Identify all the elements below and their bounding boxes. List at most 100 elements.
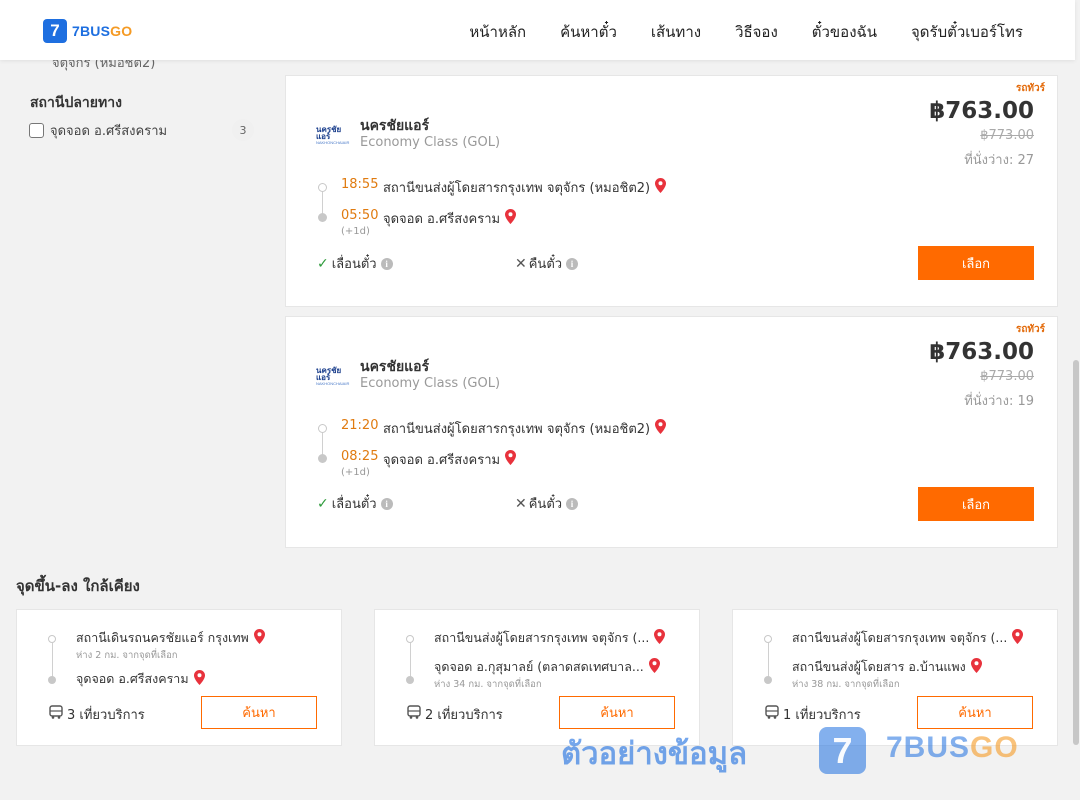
nearby-search-button[interactable]: ค้นหา (201, 696, 317, 729)
info-icon[interactable]: i (566, 497, 579, 510)
nearby-from-distance: ห่าง 2 กม. จากจุดที่เลือก (76, 650, 178, 661)
location-pin-icon[interactable] (505, 450, 517, 469)
original-price: ฿773.00 (980, 369, 1034, 384)
timeline-line (410, 643, 411, 677)
timeline-start-dot (318, 183, 327, 192)
operator-name: นครชัยแอร์ (360, 359, 430, 375)
nearby-from-station: สถานีเดินรถนครชัยแอร์ กรุงเทพ (76, 628, 265, 648)
nearby-trip-count: 1 เที่ยวบริการ (765, 704, 861, 725)
arrival-time: 08:25 (341, 449, 379, 464)
arrival-station: จุดจอด อ.ศรีสงคราม (383, 449, 517, 470)
trip-card: รถทัวร์ นครชัยแอร์ NAKHONCHAIAIR นครชัยแ… (285, 316, 1058, 548)
arrival-time: 05:50 (341, 208, 379, 223)
nearby-route-card: สถานีเดินรถนครชัยแอร์ กรุงเทพ ห่าง 2 กม.… (16, 609, 342, 746)
location-pin-icon[interactable] (648, 658, 660, 676)
main-nav: หน้าหลัก ค้นหาตั๋ว เส้นทาง วิธีจอง ตั๋วข… (469, 20, 1023, 44)
nav-how-to-book[interactable]: วิธีจอง (735, 20, 778, 44)
next-day-indicator: (+1d) (341, 226, 370, 237)
location-pin-icon[interactable] (1012, 629, 1024, 647)
site-logo[interactable]: 7 7BUSGO (43, 19, 132, 43)
filter-label: จุดจอด อ.ศรีสงคราม (50, 123, 168, 139)
timeline-end-dot (764, 676, 772, 684)
bus-icon (765, 705, 779, 724)
nav-ticket-pickup[interactable]: จุดรับตั๋วเบอร์โทร (911, 20, 1023, 44)
filter-count-badge: 3 (232, 119, 254, 141)
sample-data-watermark: ตัวอย่างข้อมูล (561, 736, 748, 772)
timeline-end-dot (318, 213, 327, 222)
reschedule-policy: ✓ เลื่อนตั๋ว i (317, 493, 393, 514)
x-icon: ✕ (515, 495, 527, 512)
trip-card: รถทัวร์ นครชัยแอร์ NAKHONCHAIAIR นครชัยแ… (285, 75, 1058, 307)
next-day-indicator: (+1d) (341, 467, 370, 478)
location-pin-icon[interactable] (253, 629, 265, 647)
info-icon[interactable]: i (380, 497, 393, 510)
timeline-line (768, 643, 769, 677)
nav-search-ticket[interactable]: ค้นหาตั๋ว (560, 20, 617, 44)
bus-class: Economy Class (GOL) (360, 135, 501, 150)
top-header: 7 7BUSGO หน้าหลัก ค้นหาตั๋ว เส้นทาง วิธี… (0, 0, 1075, 60)
select-trip-button[interactable]: เลือก (918, 246, 1034, 280)
timeline-start-dot (406, 635, 414, 643)
refund-policy: ✕ คืนตั๋ว i (515, 493, 579, 514)
departure-time: 18:55 (341, 177, 379, 192)
watermark-brand: 7BUSGO (886, 731, 1019, 764)
operator-logo: นครชัยแอร์ NAKHONCHAIAIR (316, 125, 350, 146)
available-seats: ที่นั่งว่าง: 27 (964, 153, 1034, 168)
check-icon: ✓ (317, 495, 329, 512)
bus-icon (49, 705, 63, 724)
location-pin-icon[interactable] (970, 658, 982, 676)
departure-time: 21:20 (341, 418, 379, 433)
nearby-route-card: สถานีขนส่งผู้โดยสารกรุงเทพ จตุจักร (... … (732, 609, 1058, 746)
nav-routes[interactable]: เส้นทาง (651, 20, 701, 44)
nearby-trip-count: 2 เที่ยวบริการ (407, 704, 503, 725)
filter-checkbox[interactable] (29, 122, 44, 138)
nearby-from-station: สถานีขนส่งผู้โดยสารกรุงเทพ จตุจักร (... (792, 628, 1024, 648)
operator-logo: นครชัยแอร์ NAKHONCHAIAIR (316, 366, 350, 387)
nearby-search-button[interactable]: ค้นหา (559, 696, 675, 729)
destination-filter-row[interactable]: จุดจอด อ.ศรีสงคราม 3 (29, 119, 254, 141)
select-trip-button[interactable]: เลือก (918, 487, 1034, 521)
location-pin-icon[interactable] (654, 629, 666, 647)
timeline-line (52, 643, 53, 677)
location-pin-icon[interactable] (505, 209, 517, 228)
check-icon: ✓ (317, 255, 329, 272)
operator-name: นครชัยแอร์ (360, 118, 430, 134)
nav-home[interactable]: หน้าหลัก (469, 20, 526, 44)
arrival-station: จุดจอด อ.ศรีสงคราม (383, 208, 517, 229)
watermark-logo-mark: 7 (819, 727, 866, 774)
info-icon[interactable]: i (566, 257, 579, 270)
nearby-to-distance: ห่าง 34 กม. จากจุดที่เลือก (434, 679, 542, 690)
nearby-from-station: สถานีขนส่งผู้โดยสารกรุงเทพ จตุจักร (... (434, 628, 666, 648)
timeline-end-dot (406, 676, 414, 684)
x-icon: ✕ (515, 255, 527, 272)
nearby-search-button[interactable]: ค้นหา (917, 696, 1033, 729)
location-pin-icon[interactable] (655, 178, 667, 197)
ticket-price: ฿763.00 (929, 98, 1034, 124)
original-price: ฿773.00 (980, 128, 1034, 143)
timeline-start-dot (764, 635, 772, 643)
ticket-price: ฿763.00 (929, 339, 1034, 365)
bus-class: Economy Class (GOL) (360, 376, 501, 391)
timeline-line (322, 192, 323, 214)
bus-type-badge: รถทัวร์ (1015, 324, 1045, 335)
timeline-end-dot (318, 454, 327, 463)
page-scrollbar[interactable] (1073, 360, 1079, 745)
timeline-end-dot (48, 676, 56, 684)
nearby-to-station: สถานีขนส่งผู้โดยสาร อ.บ้านแพง (792, 657, 982, 677)
nearby-route-card: สถานีขนส่งผู้โดยสารกรุงเทพ จตุจักร (... … (374, 609, 700, 746)
nav-my-tickets[interactable]: ตั๋วของฉัน (812, 20, 877, 44)
nearby-stops-title: จุดขึ้น-ลง ใกล้เคียง (16, 577, 140, 595)
timeline-line (322, 433, 323, 455)
destination-filter-title: สถานีปลายทาง (30, 95, 122, 111)
nearby-to-station: จุดจอด อ.ศรีสงคราม (76, 669, 205, 689)
location-pin-icon[interactable] (193, 670, 205, 688)
bus-icon (407, 705, 421, 724)
info-icon[interactable]: i (380, 257, 393, 270)
nearby-to-distance: ห่าง 38 กม. จากจุดที่เลือก (792, 679, 900, 690)
reschedule-policy: ✓ เลื่อนตั๋ว i (317, 253, 393, 274)
location-pin-icon[interactable] (655, 419, 667, 438)
refund-policy: ✕ คืนตั๋ว i (515, 253, 579, 274)
available-seats: ที่นั่งว่าง: 19 (964, 394, 1034, 409)
timeline-start-dot (48, 635, 56, 643)
logo-mark: 7 (43, 19, 67, 43)
